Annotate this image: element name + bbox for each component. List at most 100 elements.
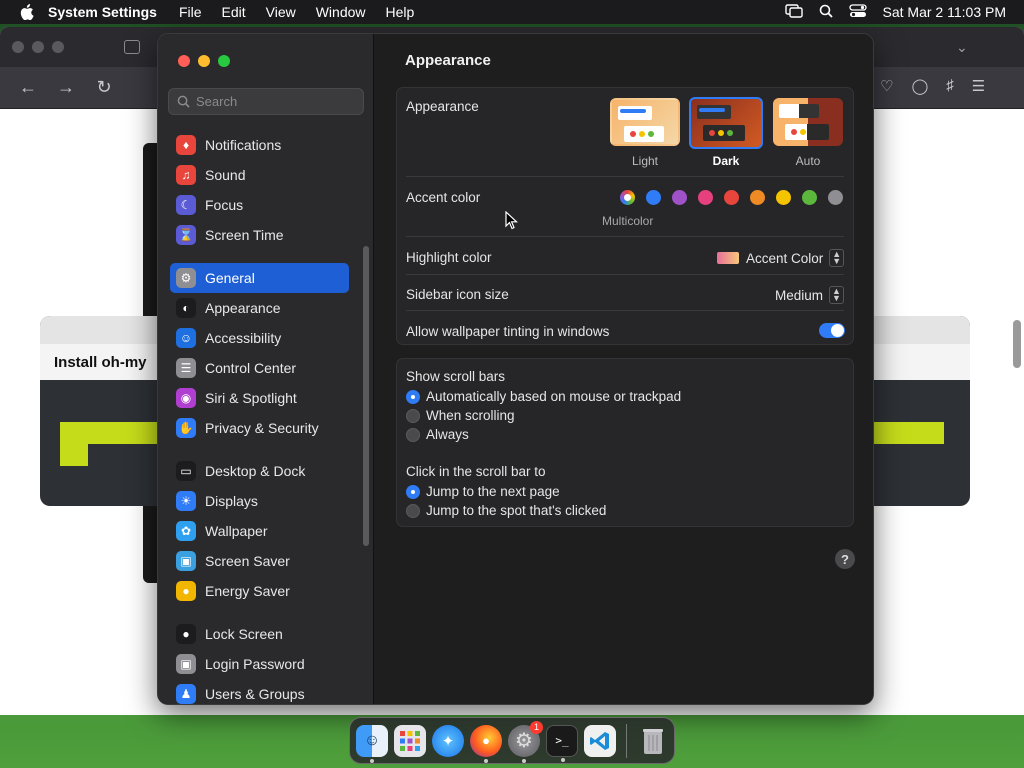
dock-finder[interactable]: ☺ (356, 724, 388, 763)
browser-scrollbar[interactable] (1013, 320, 1021, 368)
accent-caption: Multicolor (602, 214, 654, 228)
accent-color-swatch[interactable] (828, 190, 843, 205)
appearance-light-option[interactable] (610, 98, 680, 146)
spotlight-search-icon[interactable] (819, 4, 833, 21)
sidebar-item-users-groups[interactable]: ♟ Users & Groups (170, 679, 349, 704)
dock-launchpad[interactable] (394, 724, 426, 757)
extensions-icon[interactable]: ♯ (946, 77, 954, 95)
menu-app-name[interactable]: System Settings (48, 4, 157, 20)
appearance-auto-option[interactable] (773, 98, 843, 146)
zoom-button[interactable] (218, 55, 230, 67)
radio-button[interactable] (406, 389, 420, 404)
browser-minimize-button[interactable] (32, 41, 44, 53)
mouse-cursor-icon (505, 211, 518, 230)
highlight-swatch (717, 252, 739, 264)
menu-help[interactable]: Help (386, 4, 415, 20)
close-button[interactable] (178, 55, 190, 67)
help-button[interactable]: ? (835, 549, 855, 569)
radio-button[interactable] (406, 503, 420, 518)
menu-window[interactable]: Window (316, 4, 366, 20)
tab-list-chevron-icon[interactable]: ⌄ (956, 39, 968, 56)
accent-color-swatch[interactable] (698, 190, 713, 205)
sidebar-item-sound[interactable]: ♫ Sound (170, 160, 349, 190)
hourglass-icon: ⌛ (176, 225, 196, 245)
screen-mirroring-icon[interactable] (784, 3, 803, 21)
divider (406, 274, 844, 275)
account-icon[interactable]: ◯ (911, 77, 928, 95)
back-arrow-icon[interactable]: ← (18, 77, 38, 98)
sidebar-item-appearance[interactable]: ◐ Appearance (170, 293, 349, 323)
running-indicator (484, 758, 488, 763)
sidebar-item-desktop-dock[interactable]: ▭ Desktop & Dock (170, 456, 349, 486)
accent-color-swatch[interactable] (646, 190, 661, 205)
sidebar-icon-size-popup[interactable]: Medium ▲ ▼ (775, 286, 844, 304)
control-center-menu-icon[interactable] (848, 3, 867, 21)
running-indicator (561, 757, 565, 762)
menu-edit[interactable]: Edit (222, 4, 246, 20)
hand-icon: ✋ (176, 418, 196, 438)
pocket-icon[interactable]: ♡ (880, 77, 893, 95)
appearance-dark-option[interactable] (689, 97, 763, 149)
accent-multicolor-swatch[interactable] (620, 190, 635, 205)
sidebar-item-label: Privacy & Security (205, 420, 319, 436)
sidebar-item-wallpaper[interactable]: ✿ Wallpaper (170, 516, 349, 546)
browser-close-button[interactable] (12, 41, 24, 53)
menu-view[interactable]: View (266, 4, 296, 20)
accent-color-swatch[interactable] (672, 190, 687, 205)
dock-system-settings[interactable]: ⚙ 1 (508, 720, 543, 763)
wallpaper-tinting-toggle[interactable] (819, 323, 845, 338)
sidebar-item-accessibility[interactable]: ☺ Accessibility (170, 323, 349, 353)
scroll-bars-always-option[interactable]: Always (406, 427, 469, 442)
sidebar-item-screen-saver[interactable]: ▣ Screen Saver (170, 546, 349, 576)
scroll-bars-when-scrolling-option[interactable]: When scrolling (406, 408, 515, 423)
dock: ☺ ✦ ● ⚙ 1 >_ (349, 717, 675, 764)
highlight-color-popup[interactable]: Accent Color ▲ ▼ (717, 249, 845, 267)
accent-color-swatch[interactable] (750, 190, 765, 205)
sidebar-item-screen-time[interactable]: ⌛ Screen Time (170, 220, 349, 250)
sidebar-item-focus[interactable]: ☾ Focus (170, 190, 349, 220)
menu-file[interactable]: File (179, 4, 202, 20)
accent-color-swatch[interactable] (802, 190, 817, 205)
sidebar-scrollbar[interactable] (363, 246, 369, 546)
minimize-button[interactable] (198, 55, 210, 67)
menu-clock[interactable]: Sat Mar 2 11:03 PM (883, 4, 1006, 20)
finder-icon: ☺ (363, 731, 381, 749)
control-center-icon: ☰ (176, 358, 196, 378)
jump-to-spot-option[interactable]: Jump to the spot that's clicked (406, 503, 606, 518)
sidebar-item-lock-screen[interactable]: ● Lock Screen (170, 619, 349, 649)
sidebar-item-displays[interactable]: ☀ Displays (170, 486, 349, 516)
radio-label: Automatically based on mouse or trackpad (426, 389, 682, 404)
sidebar-item-energy-saver[interactable]: ● Energy Saver (170, 576, 349, 606)
hamburger-menu-icon[interactable]: ☰ (972, 77, 985, 95)
dock-terminal[interactable]: >_ (546, 724, 578, 762)
radio-button[interactable] (406, 408, 420, 423)
search-input[interactable] (196, 94, 356, 109)
radio-button[interactable] (406, 484, 420, 499)
sidebar-item-general[interactable]: ⚙ General (170, 263, 349, 293)
apple-menu-icon[interactable] (18, 3, 36, 21)
jump-next-page-option[interactable]: Jump to the next page (406, 484, 560, 499)
reload-icon[interactable]: ↻ (94, 77, 114, 98)
scroll-bars-auto-option[interactable]: Automatically based on mouse or trackpad (406, 389, 681, 404)
sidebar-item-label: Siri & Spotlight (205, 390, 297, 406)
browser-zoom-button[interactable] (52, 41, 64, 53)
radio-button[interactable] (406, 427, 420, 442)
sidebar-item-privacy-security[interactable]: ✋ Privacy & Security (170, 413, 349, 443)
speaker-icon: ♫ (176, 165, 196, 185)
forward-arrow-icon[interactable]: → (56, 77, 76, 98)
accent-color-swatch[interactable] (776, 190, 791, 205)
compass-icon: ✦ (441, 732, 455, 750)
sidebar-item-notifications[interactable]: ♦ Notifications (170, 130, 349, 160)
sidebar-item-control-center[interactable]: ☰ Control Center (170, 353, 349, 383)
tab-overview-icon[interactable] (124, 40, 140, 54)
dock-firefox[interactable]: ● (470, 724, 502, 763)
dock-vscode[interactable] (584, 724, 616, 757)
sidebar-item-siri-spotlight[interactable]: ◉ Siri & Spotlight (170, 383, 349, 413)
dock-safari[interactable]: ✦ (432, 724, 464, 757)
dock-trash[interactable] (637, 725, 669, 757)
accent-color-swatch[interactable] (724, 190, 739, 205)
search-field[interactable] (168, 88, 364, 115)
page-title: Appearance (405, 52, 491, 69)
sidebar-item-label: Appearance (205, 300, 281, 316)
sidebar-item-login-password[interactable]: ▣ Login Password (170, 649, 349, 679)
